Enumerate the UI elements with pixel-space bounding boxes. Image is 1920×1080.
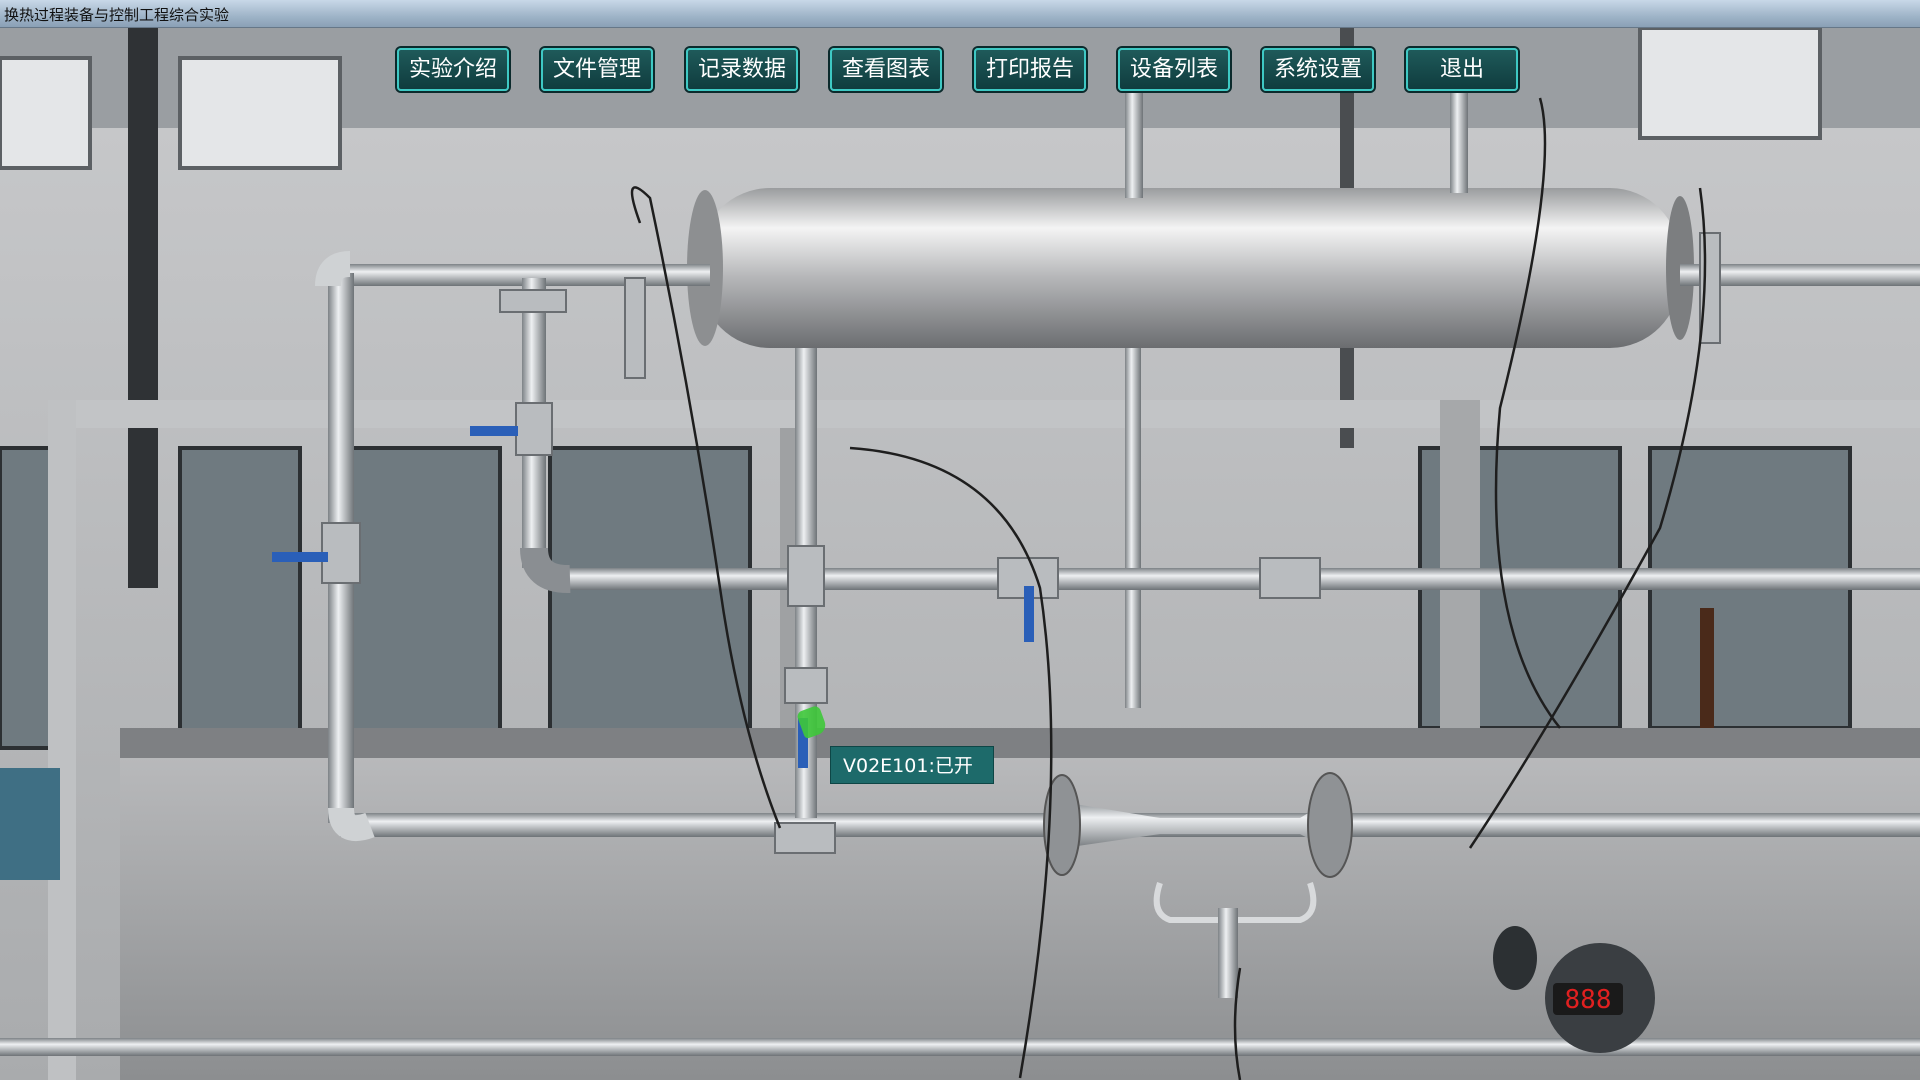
- exit-button[interactable]: 退出: [1406, 48, 1518, 91]
- system-settings-button[interactable]: 系统设置: [1262, 48, 1374, 91]
- window-title: 换热过程装备与控制工程综合实验: [4, 6, 230, 24]
- valve-v02e101[interactable]: [786, 688, 826, 768]
- 3d-scene[interactable]: 888: [0, 28, 1920, 1080]
- record-data-button[interactable]: 记录数据: [686, 48, 798, 91]
- scene-drawing: 888: [0, 28, 1920, 1080]
- meter-display-value: 888: [1565, 985, 1612, 1015]
- file-management-button[interactable]: 文件管理: [541, 48, 653, 91]
- device-list-button[interactable]: 设备列表: [1118, 48, 1230, 91]
- experiment-intro-button[interactable]: 实验介绍: [397, 48, 509, 91]
- print-report-button[interactable]: 打印报告: [974, 48, 1086, 91]
- window-titlebar: 换热过程装备与控制工程综合实验: [0, 0, 1920, 28]
- valve-status-tooltip: V02E101:已开: [830, 746, 994, 784]
- main-toolbar: 实验介绍 文件管理 记录数据 查看图表 打印报告 设备列表 系统设置 退出: [0, 34, 1920, 104]
- view-charts-button[interactable]: 查看图表: [830, 48, 942, 91]
